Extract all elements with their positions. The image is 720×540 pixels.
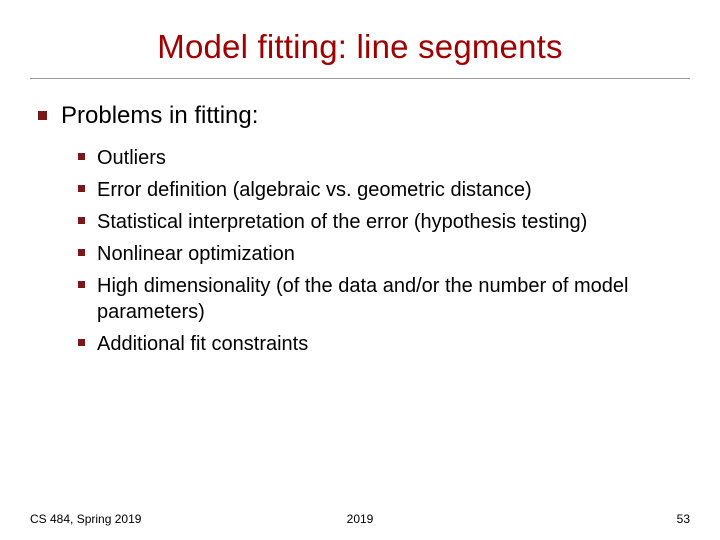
square-bullet-icon	[78, 185, 85, 192]
slide-title: Model fitting: line segments	[30, 20, 690, 78]
item-text: Statistical interpretation of the error …	[97, 209, 587, 235]
item-text: Error definition (algebraic vs. geometri…	[97, 177, 532, 203]
square-bullet-icon	[78, 153, 85, 160]
list-item: Outliers	[78, 145, 690, 171]
footer-center: 2019	[347, 512, 374, 526]
footer-page-number: 53	[677, 512, 690, 526]
item-text: High dimensionality (of the data and/or …	[97, 273, 690, 325]
sub-list: Outliers Error definition (algebraic vs.…	[38, 143, 690, 357]
slide: Model fitting: line segments Problems in…	[0, 0, 720, 540]
list-item: Error definition (algebraic vs. geometri…	[78, 177, 690, 203]
list-item: Additional fit constraints	[78, 331, 690, 357]
footer: CS 484, Spring 2019 2019 53	[0, 512, 720, 526]
item-text: Nonlinear optimization	[97, 241, 295, 267]
content-area: Problems in fitting: Outliers Error defi…	[30, 97, 690, 357]
heading-text: Problems in fitting:	[61, 101, 258, 131]
list-item: High dimensionality (of the data and/or …	[78, 273, 690, 325]
list-item-heading: Problems in fitting:	[38, 101, 690, 131]
square-bullet-icon	[38, 111, 47, 120]
square-bullet-icon	[78, 249, 85, 256]
square-bullet-icon	[78, 217, 85, 224]
title-divider	[30, 78, 690, 79]
square-bullet-icon	[78, 339, 85, 346]
footer-left: CS 484, Spring 2019	[30, 512, 141, 526]
list-item: Statistical interpretation of the error …	[78, 209, 690, 235]
item-text: Additional fit constraints	[97, 331, 308, 357]
square-bullet-icon	[78, 281, 85, 288]
list-item: Nonlinear optimization	[78, 241, 690, 267]
item-text: Outliers	[97, 145, 166, 171]
